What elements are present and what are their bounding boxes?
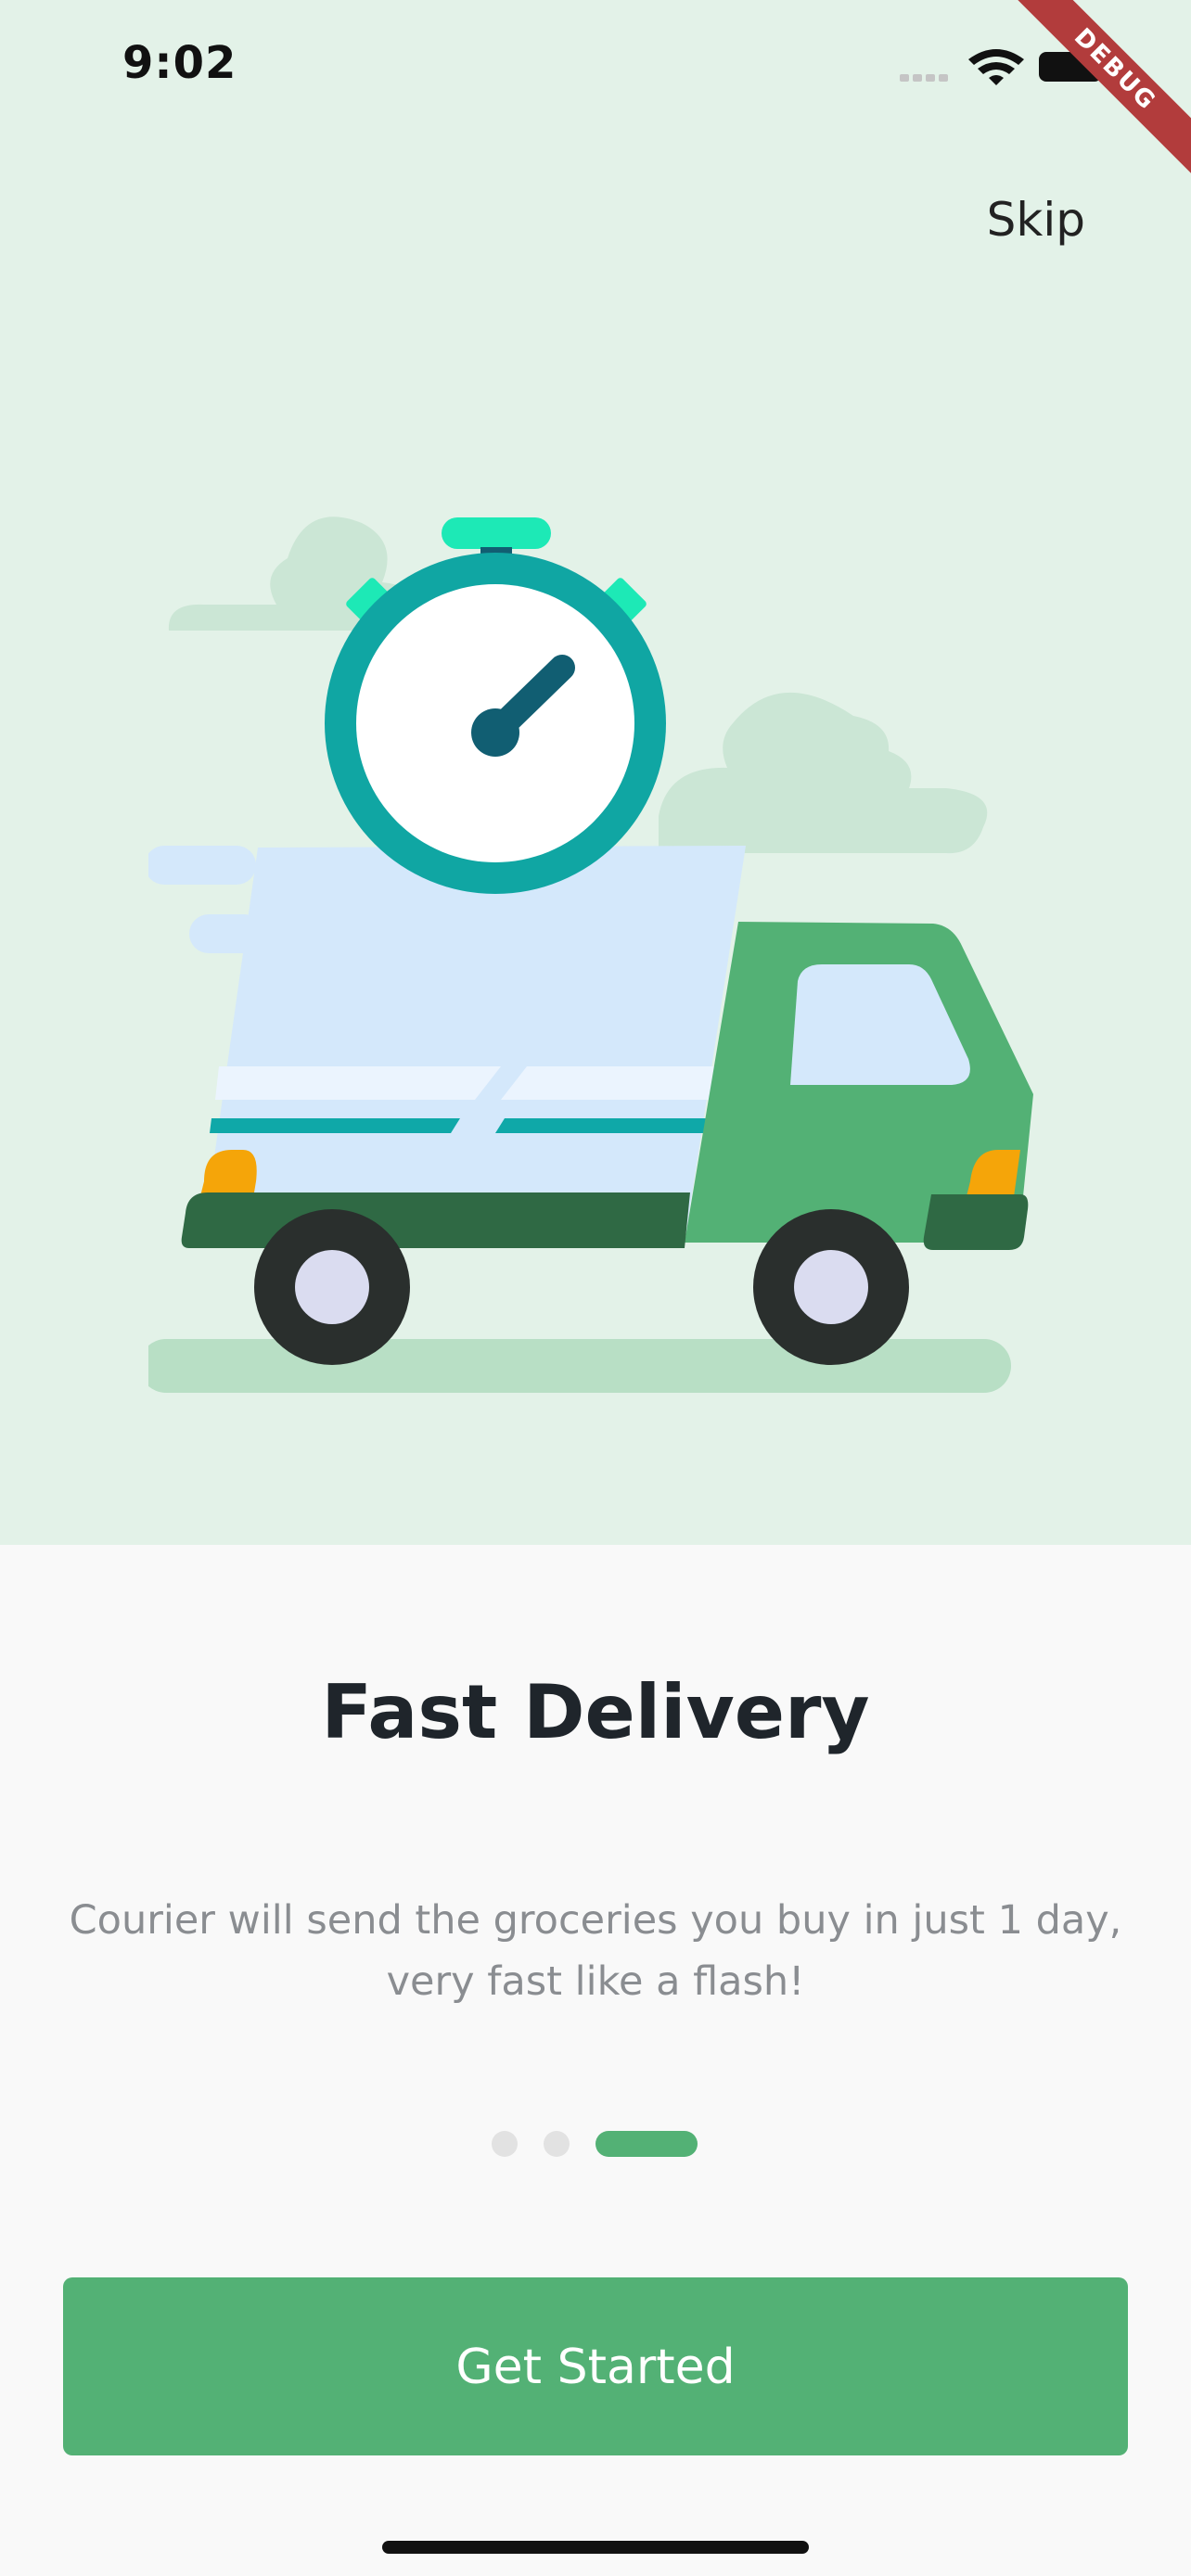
onboarding-description: Courier will send the groceries you buy … [69, 1897, 1122, 2005]
delivery-illustration [148, 516, 1033, 1393]
cargo-box [202, 846, 746, 1243]
front-bumper [923, 1194, 1029, 1250]
wifi-icon [968, 49, 1024, 85]
truck-chassis [181, 1192, 690, 1248]
page-dot[interactable] [492, 2131, 518, 2157]
ground-shadow [148, 1339, 1011, 1393]
page-dot[interactable] [544, 2131, 570, 2157]
rear-wheel [254, 1209, 410, 1365]
get-started-button[interactable]: Get Started [63, 2277, 1128, 2455]
cellular-signal-icon [900, 74, 948, 82]
front-wheel [753, 1209, 909, 1365]
skip-button[interactable]: Skip [987, 193, 1085, 247]
page-dot-active[interactable] [596, 2131, 698, 2157]
home-indicator [382, 2541, 809, 2554]
onboarding-title: Fast Delivery [321, 1669, 870, 1755]
status-time: 9:02 [122, 37, 237, 89]
cargo-stripe-light [215, 1066, 716, 1100]
